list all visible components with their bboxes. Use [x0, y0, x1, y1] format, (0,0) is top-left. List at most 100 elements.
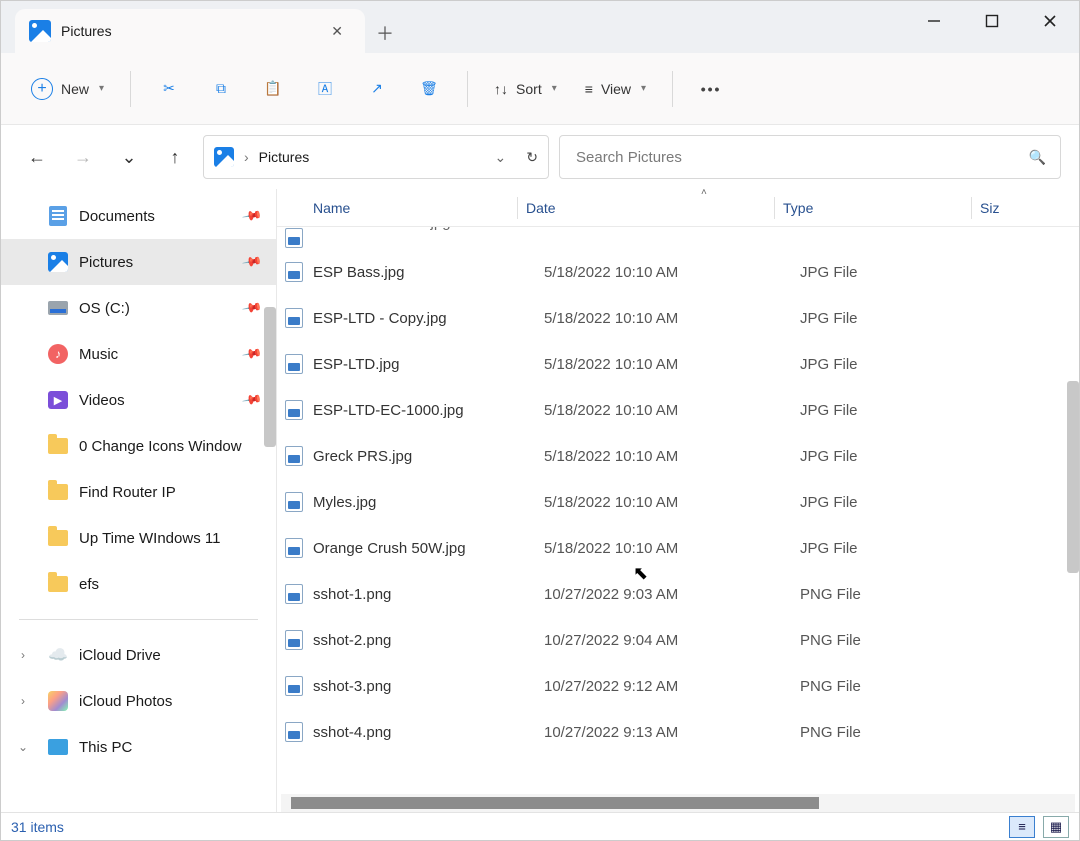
- pin-icon: 📌: [241, 343, 263, 365]
- recent-locations-button[interactable]: ⌄: [111, 139, 147, 175]
- sidebar-item[interactable]: ›iCloud Photos: [1, 678, 276, 724]
- sidebar-item[interactable]: ›☁️iCloud Drive: [1, 632, 276, 678]
- sidebar-item-label: Up Time WIndows 11: [79, 530, 220, 547]
- scrollbar-thumb[interactable]: [291, 797, 819, 809]
- new-tab-button[interactable]: ＋: [365, 13, 405, 53]
- back-button[interactable]: ←: [19, 139, 55, 175]
- column-type[interactable]: Type: [775, 200, 971, 216]
- titlebar: Pictures ✕ ＋: [1, 1, 1079, 53]
- sidebar-item[interactable]: Up Time WIndows 11: [1, 515, 276, 561]
- horizontal-scrollbar[interactable]: [281, 794, 1075, 812]
- image-file-icon: [285, 676, 303, 696]
- file-name: ESP-LTD - Copy.jpg: [309, 310, 544, 327]
- rename-button[interactable]: 🄰: [301, 69, 349, 109]
- file-type: PNG File: [800, 724, 996, 741]
- file-type: JPG File: [800, 494, 996, 511]
- separator: [130, 71, 131, 107]
- sidebar-item-this-pc[interactable]: ⌄ This PC: [1, 724, 276, 770]
- status-text: 31 items: [11, 819, 64, 835]
- document-icon: [49, 206, 67, 226]
- address-bar[interactable]: › Pictures ⌄ ↻: [203, 135, 549, 179]
- view-button[interactable]: ≡ View ▾: [573, 69, 658, 109]
- folder-icon: [48, 438, 68, 454]
- video-icon: ▶: [48, 391, 68, 409]
- file-date: 10/27/2022 9:13 AM: [544, 724, 800, 741]
- refresh-button[interactable]: ↻: [526, 149, 538, 166]
- sort-button[interactable]: ↑↓ Sort ▾: [482, 69, 569, 109]
- sidebar-item[interactable]: Pictures 📌: [1, 239, 276, 285]
- search-icon[interactable]: 🔍: [1029, 149, 1046, 166]
- sidebar-item[interactable]: 0 Change Icons Window: [1, 423, 276, 469]
- sidebar-divider: [19, 619, 258, 620]
- file-row[interactable]: sshot-2.png10/27/2022 9:04 AMPNG File: [277, 617, 1079, 663]
- sidebar-item[interactable]: Documents📌: [1, 193, 276, 239]
- sidebar-scrollbar[interactable]: [264, 307, 276, 447]
- sidebar-item-label: Pictures: [79, 254, 133, 271]
- new-button[interactable]: + New ▾: [19, 69, 116, 109]
- file-row[interactable]: sshot-1.png10/27/2022 9:03 AMPNG File: [277, 571, 1079, 617]
- pin-icon: 📌: [241, 389, 263, 411]
- file-row[interactable]: Myles.jpg5/18/2022 10:10 AMJPG File: [277, 479, 1079, 525]
- delete-button[interactable]: 🗑: [405, 69, 453, 109]
- column-size[interactable]: Siz: [972, 200, 1079, 216]
- tab-pictures[interactable]: Pictures ✕: [15, 9, 365, 53]
- forward-button[interactable]: →: [65, 139, 101, 175]
- sidebar-item[interactable]: OS (C:)📌: [1, 285, 276, 331]
- file-row[interactable]: Greck PRS.jpg5/18/2022 10:10 AMJPG File: [277, 433, 1079, 479]
- close-button[interactable]: [1021, 1, 1079, 41]
- search-input[interactable]: [574, 148, 1029, 167]
- maximize-button[interactable]: [963, 1, 1021, 41]
- expand-icon[interactable]: ⌄: [15, 740, 31, 754]
- search-box[interactable]: 🔍: [559, 135, 1061, 179]
- music-icon: ♪: [48, 344, 68, 364]
- chevron-down-icon: ▾: [641, 83, 646, 94]
- file-date: 10/27/2022 9:04 AM: [544, 632, 800, 649]
- file-row[interactable]: ESP-LTD-EC-1000.jpg5/18/2022 10:10 AMJPG…: [277, 387, 1079, 433]
- file-row[interactable]: ESP-LTD - Copy.jpg5/18/2022 10:10 AMJPG …: [277, 295, 1079, 341]
- minimize-button[interactable]: [905, 1, 963, 41]
- image-file-icon: [285, 492, 303, 512]
- file-name: Myles.jpg: [309, 494, 544, 511]
- up-button[interactable]: ↑: [157, 139, 193, 175]
- details-view-button[interactable]: ≡: [1009, 816, 1035, 838]
- file-name: Greck PRS.jpg: [309, 448, 544, 465]
- sidebar-item[interactable]: Find Router IP: [1, 469, 276, 515]
- vertical-scrollbar[interactable]: [1067, 381, 1079, 573]
- file-date: 10/27/2022 9:03 AM: [544, 586, 800, 603]
- file-type: PNG File: [800, 678, 996, 695]
- more-button[interactable]: •••: [687, 69, 735, 109]
- copy-button[interactable]: ⧉: [197, 69, 245, 109]
- separator: [672, 71, 673, 107]
- drive-icon: [48, 301, 68, 315]
- tab-close-icon[interactable]: ✕: [323, 19, 351, 44]
- thumbnails-view-button[interactable]: ▦: [1043, 816, 1069, 838]
- file-type: JPG File: [800, 264, 996, 281]
- share-button[interactable]: ↗: [353, 69, 401, 109]
- breadcrumb-location[interactable]: Pictures: [259, 149, 310, 165]
- file-name: ESP-LTD.jpg: [309, 356, 544, 373]
- new-label: New: [61, 81, 89, 97]
- file-type: JPG File: [800, 402, 996, 419]
- column-date[interactable]: Date: [518, 200, 774, 216]
- cut-button[interactable]: ✂: [145, 69, 193, 109]
- column-headers: ˄ Name Date Type Siz: [277, 189, 1079, 227]
- expand-icon[interactable]: ›: [15, 694, 31, 708]
- file-row[interactable]: ESP-LTD.jpg5/18/2022 10:10 AMJPG File: [277, 341, 1079, 387]
- file-row[interactable]: sshot-4.png10/27/2022 9:13 AMPNG File: [277, 709, 1079, 755]
- sidebar-item[interactable]: ♪Music📌: [1, 331, 276, 377]
- image-file-icon: [285, 722, 303, 742]
- expand-icon[interactable]: ›: [15, 648, 31, 662]
- chevron-down-icon[interactable]: ⌄: [495, 149, 507, 166]
- folder-icon: [48, 530, 68, 546]
- column-name[interactable]: Name: [277, 200, 517, 216]
- file-name: sshot-2.png: [309, 632, 544, 649]
- sidebar-item[interactable]: efs: [1, 561, 276, 607]
- pin-icon: 📌: [241, 251, 263, 273]
- file-row[interactable]: ESP Bass.jpg5/18/2022 10:10 AMJPG File: [277, 249, 1079, 295]
- file-row[interactable]: Orange Crush 50W.jpg5/18/2022 10:10 AMJP…: [277, 525, 1079, 571]
- paste-button[interactable]: 📋: [249, 69, 297, 109]
- file-date: 5/18/2022 10:10 AM: [544, 494, 800, 511]
- file-row[interactable]: sshot-3.png10/27/2022 9:12 AMPNG File: [277, 663, 1079, 709]
- sidebar-item[interactable]: ▶Videos📌: [1, 377, 276, 423]
- file-row[interactable]: Collection Grows.jpg5/18/2022 10:10 AMJP…: [277, 227, 1079, 249]
